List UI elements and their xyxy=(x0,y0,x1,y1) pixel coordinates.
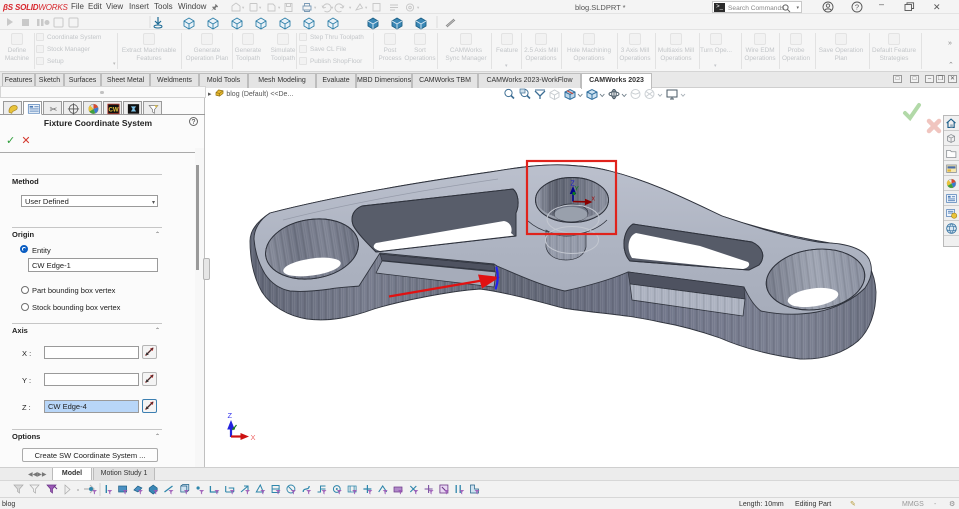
svg-text:Y: Y xyxy=(575,186,580,193)
svg-text:Z: Z xyxy=(228,411,233,420)
svg-text:x: x xyxy=(592,196,596,203)
svg-text:CW: CW xyxy=(108,108,118,114)
svg-text:X: X xyxy=(251,433,256,442)
svg-text:▾: ▾ xyxy=(331,5,334,10)
svg-text:▾: ▾ xyxy=(259,5,262,10)
svg-text:▾: ▾ xyxy=(242,5,245,10)
svg-text:▾: ▾ xyxy=(365,5,368,10)
svg-text:▾: ▾ xyxy=(314,5,317,10)
svg-text:?: ? xyxy=(855,3,859,12)
svg-text:▾: ▾ xyxy=(349,5,352,10)
svg-text:▾: ▾ xyxy=(417,5,420,10)
svg-text:✂: ✂ xyxy=(50,104,58,115)
svg-text:▾: ▾ xyxy=(278,5,281,10)
